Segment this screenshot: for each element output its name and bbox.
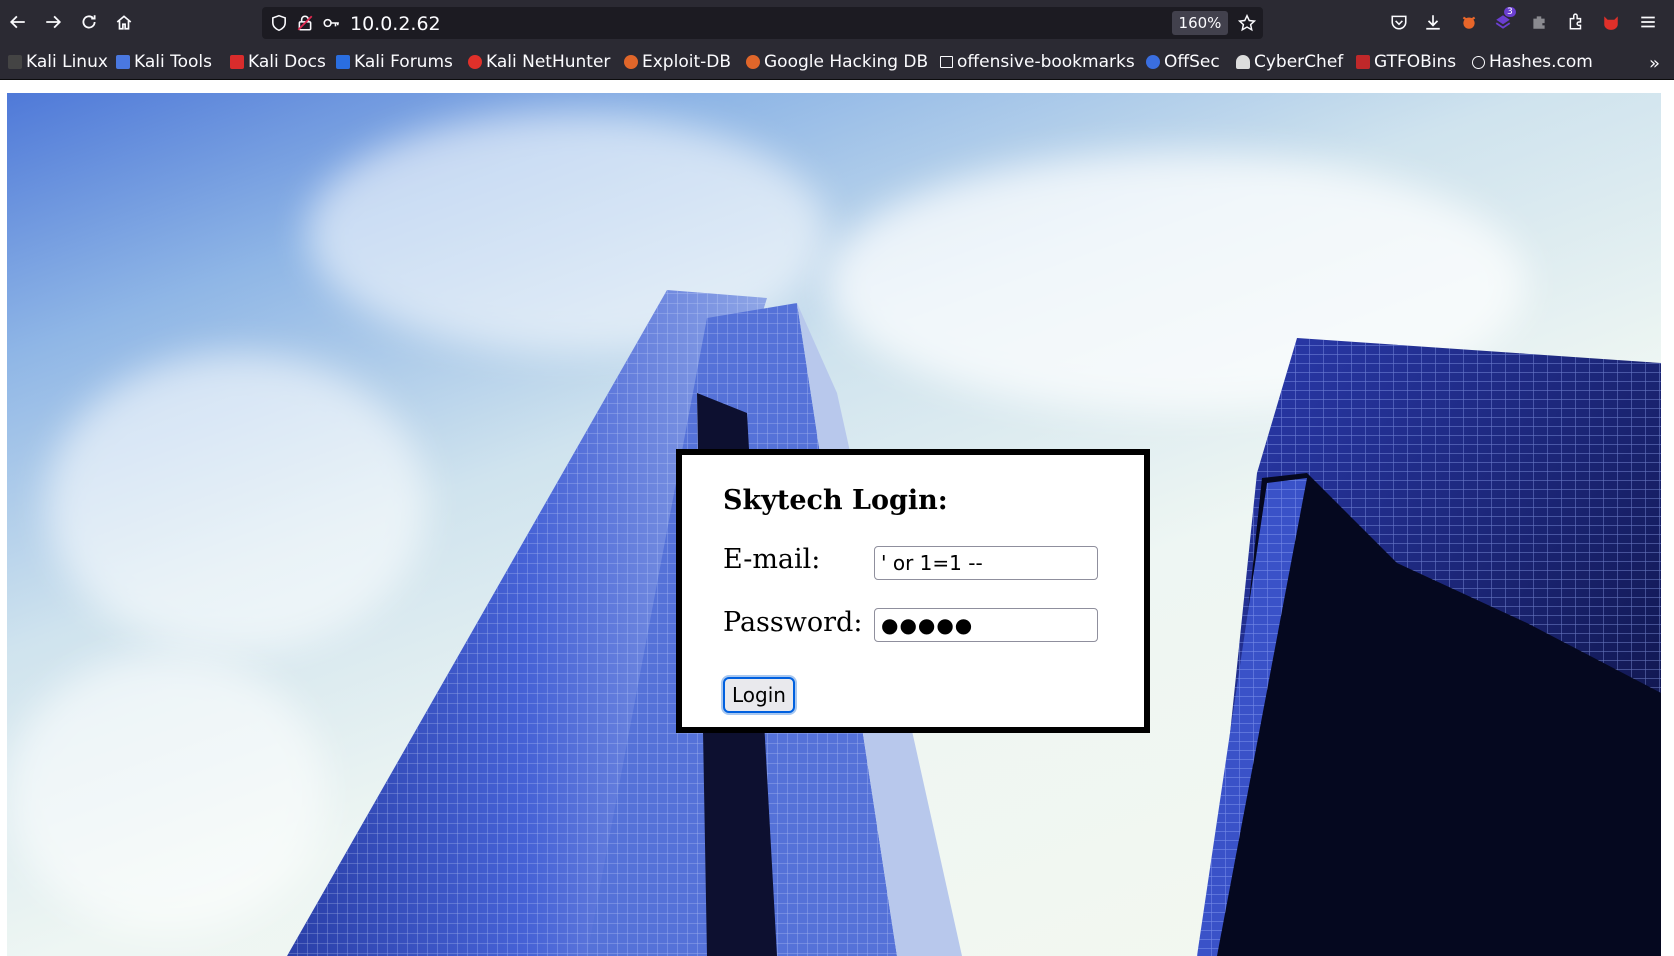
bookmark-folder-offensive[interactable]: offensive-bookmarks: [940, 50, 1135, 74]
bookmark-gtfobins[interactable]: GTFOBins: [1356, 50, 1456, 74]
url-bar[interactable]: 10.0.2.62 160%: [262, 7, 1263, 39]
download-icon: [1426, 15, 1440, 30]
bookmark-kali-nethunter[interactable]: Kali NetHunter: [468, 50, 610, 74]
bookmark-kali-forums[interactable]: Kali Forums: [336, 50, 453, 74]
password-label: Password:: [723, 607, 863, 638]
login-title: Skytech Login:: [723, 485, 948, 516]
bookmark-offsec[interactable]: OffSec: [1146, 50, 1220, 74]
cyberchef-icon: [1236, 55, 1250, 69]
bookmark-exploit-db[interactable]: Exploit-DB: [624, 50, 731, 74]
puzzle-gray-icon: [1533, 16, 1545, 29]
bookmark-kali-linux[interactable]: Kali Linux: [8, 50, 108, 74]
reload-button[interactable]: [76, 9, 102, 35]
downloads-button[interactable]: [1420, 9, 1446, 35]
home-button[interactable]: [111, 9, 137, 35]
extension-wappalyzer-button[interactable]: 3: [1490, 7, 1516, 35]
browser-toolbar: 10.0.2.62 160% 3: [0, 0, 1674, 45]
key-icon[interactable]: [322, 14, 340, 32]
bookmarks-overflow-chevron-icon[interactable]: »: [1649, 53, 1660, 74]
forward-button[interactable]: [40, 9, 66, 35]
bookmark-hashes[interactable]: Hashes.com: [1472, 50, 1593, 74]
extension-puzzle-button[interactable]: [1526, 9, 1552, 35]
login-panel: Skytech Login: E-mail: ' or 1=1 -- Passw…: [676, 449, 1150, 733]
pocket-button[interactable]: [1386, 9, 1412, 35]
bookmark-cyberchef[interactable]: CyberChef: [1236, 50, 1343, 74]
email-field[interactable]: ' or 1=1 --: [874, 546, 1098, 580]
reload-icon: [82, 15, 96, 29]
extension-count-badge: 3: [1504, 7, 1516, 17]
exploit-db-icon: [624, 55, 638, 69]
forward-arrow-icon: [46, 15, 62, 29]
hashes-icon: [1472, 55, 1485, 69]
fox-red-icon: [1604, 16, 1618, 30]
bookmark-google-hacking-db[interactable]: Google Hacking DB: [746, 50, 928, 74]
bookmark-kali-docs[interactable]: Kali Docs: [230, 50, 326, 74]
url-text[interactable]: 10.0.2.62: [350, 13, 441, 35]
extensions-icon: [1569, 13, 1582, 30]
page-content: Skytech Login: E-mail: ' or 1=1 -- Passw…: [0, 80, 1674, 956]
lock-insecure-icon[interactable]: [296, 14, 314, 32]
extensions-button[interactable]: [1563, 9, 1589, 35]
password-field[interactable]: ●●●●●: [874, 608, 1098, 642]
folder-icon: [940, 56, 953, 68]
zoom-level-button[interactable]: 160%: [1172, 11, 1228, 35]
extension-firefox-account-button[interactable]: [1598, 9, 1624, 35]
bookmark-kali-tools[interactable]: Kali Tools: [116, 50, 212, 74]
kali-docs-icon: [230, 55, 244, 69]
offsec-icon: [1146, 55, 1160, 69]
kali-nethunter-icon: [468, 55, 482, 69]
email-label: E-mail:: [723, 544, 821, 575]
kali-dragon-icon: [8, 55, 22, 69]
menu-button[interactable]: [1635, 9, 1661, 35]
bookmarks-toolbar: Kali Linux Kali Tools Kali Docs Kali For…: [0, 45, 1674, 80]
kali-tools-icon: [116, 55, 130, 69]
home-icon: [116, 15, 132, 30]
bookmark-star-icon[interactable]: [1238, 14, 1256, 32]
extension-foxyproxy-button[interactable]: [1456, 9, 1482, 35]
kali-forums-icon: [336, 55, 350, 69]
login-button[interactable]: Login: [723, 677, 795, 713]
gtfobins-icon: [1356, 55, 1370, 69]
hamburger-menu-icon: [1641, 16, 1655, 28]
fox-extension-icon: [1462, 16, 1476, 29]
back-arrow-icon: [9, 15, 25, 29]
pocket-icon: [1391, 15, 1407, 30]
back-button[interactable]: [5, 9, 31, 35]
ghdb-icon: [746, 55, 760, 69]
shield-icon[interactable]: [270, 14, 288, 32]
